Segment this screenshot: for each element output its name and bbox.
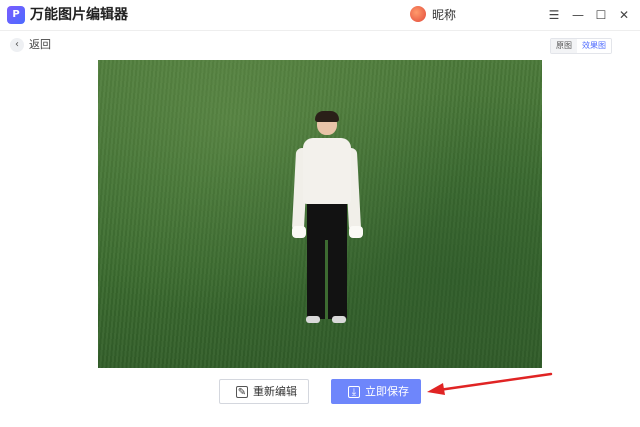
figure-leg-gap: [325, 240, 328, 319]
red-arrow-annotation: [427, 372, 553, 395]
reedit-label: 重新编辑: [253, 385, 297, 398]
download-save-icon: ⤓: [348, 386, 360, 398]
figure-cuff-right: [349, 226, 363, 238]
sub-header: ‹ 返回 原图 效果图: [0, 30, 640, 60]
arrow-head: [427, 383, 445, 395]
image-canvas: [0, 60, 640, 370]
view-toggle: 原图 效果图: [550, 38, 612, 54]
app-title: 万能图片编辑器: [30, 7, 128, 23]
arrow-shaft: [437, 372, 553, 392]
figure-shirt: [303, 138, 351, 204]
title-bar: P 万能图片编辑器 昵称 ☰ — ☐ ✕: [0, 0, 640, 30]
user-avatar-icon[interactable]: [410, 6, 426, 22]
figure-cuff-left: [292, 226, 306, 238]
close-icon[interactable]: ✕: [614, 5, 634, 25]
tab-original[interactable]: 原图: [551, 39, 577, 53]
tab-result[interactable]: 效果图: [577, 39, 611, 53]
back-arrow-icon[interactable]: ‹: [10, 38, 24, 52]
user-nickname[interactable]: 昵称: [432, 7, 456, 23]
edit-pencil-icon: ✎: [236, 386, 248, 398]
figure-shoe-right: [332, 316, 346, 323]
maximize-icon[interactable]: ☐: [591, 5, 611, 25]
back-button[interactable]: 返回: [29, 38, 51, 52]
app-logo-icon: P: [7, 6, 25, 24]
save-now-button[interactable]: ⤓ 立即保存: [331, 379, 421, 404]
edited-photo: [98, 60, 542, 368]
save-now-label: 立即保存: [365, 385, 409, 398]
figure-shoe-left: [306, 316, 320, 323]
minimize-icon[interactable]: —: [568, 5, 588, 25]
figure-hair: [315, 111, 339, 122]
menu-icon[interactable]: ☰: [544, 5, 564, 25]
reedit-button[interactable]: ✎ 重新编辑: [219, 379, 309, 404]
